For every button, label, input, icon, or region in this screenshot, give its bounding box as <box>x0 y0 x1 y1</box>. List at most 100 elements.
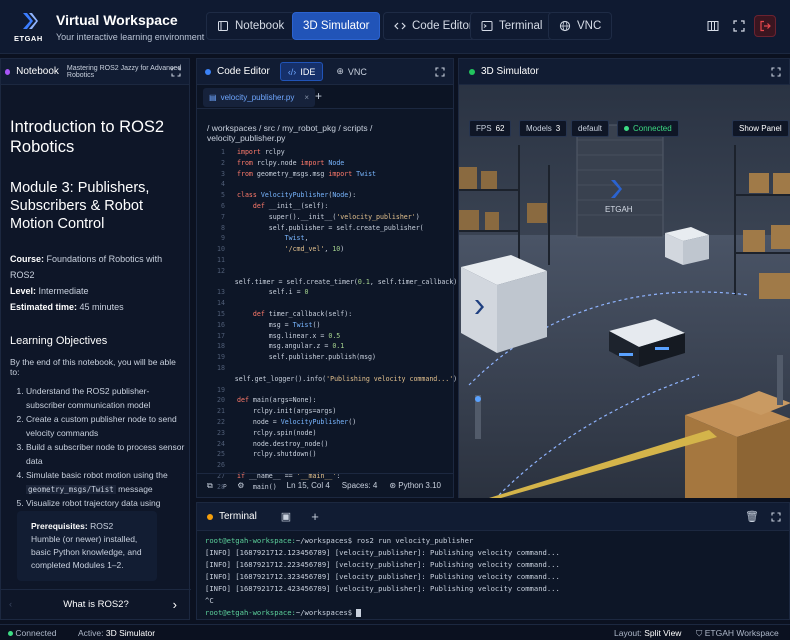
code-line: 12 self.timer = self.create_timer(0.1, s… <box>203 266 457 288</box>
code-text: Twist, <box>284 234 309 243</box>
notebook-heading: Introduction to ROS2 Robotics <box>10 118 165 156</box>
terminal-output[interactable]: root@etgah-workspace:~/workspaces$ ros2 … <box>205 535 560 619</box>
expand-icon[interactable] <box>435 67 445 77</box>
vnc-toggle[interactable]: ⊕ VNC <box>329 62 374 81</box>
line-number: 16 <box>217 320 225 329</box>
chevron-right-icon[interactable]: › <box>173 597 177 612</box>
globe-icon <box>559 20 571 32</box>
line-number: 8 <box>221 223 225 232</box>
logout-button[interactable] <box>754 15 776 37</box>
logo-text: ETGAH <box>14 34 43 43</box>
brand-status: ⛉ ETGAH Workspace <box>696 628 779 638</box>
split-layout-button[interactable] <box>702 15 724 37</box>
copy-icon[interactable]: ⧉ <box>207 481 213 491</box>
expand-icon[interactable] <box>771 512 781 522</box>
tab-label: Code Editor <box>412 20 473 32</box>
connection-status: Connected <box>8 628 57 638</box>
door-logo-text: ETGAH <box>605 205 633 214</box>
status-dot-icon <box>624 126 629 131</box>
tab-label: Terminal <box>499 20 543 32</box>
gear-icon[interactable]: ⚙ <box>237 481 244 490</box>
code-text: super().__init__('velocity_publisher') <box>268 212 420 221</box>
language-mode[interactable]: ⊛ Python 3.10 <box>389 481 441 490</box>
chevron-left-icon[interactable]: ‹ <box>9 599 12 610</box>
file-tab[interactable]: ▤ velocity_publisher.py × <box>203 88 316 107</box>
fullscreen-button[interactable] <box>728 15 750 37</box>
tab-code-editor[interactable]: Code Editor <box>383 12 484 40</box>
tab-vnc[interactable]: VNC <box>548 12 613 40</box>
code-text: rclpy.shutdown() <box>252 450 317 459</box>
new-terminal-icon[interactable]: ▣ <box>281 510 291 523</box>
globe-icon: ⊕ <box>336 66 344 76</box>
layout-status[interactable]: Layout: Split View <box>614 628 681 638</box>
ide-toggle[interactable]: ‹/› IDE <box>279 62 324 81</box>
line-number: 13 <box>217 288 225 297</box>
simulator-viewport[interactable]: ETGAH FPS 62 Models 3 default Connected … <box>459 85 790 498</box>
breadcrumb: / workspaces / src / my_robot_pkg / scri… <box>207 123 373 143</box>
code-icon <box>394 22 406 30</box>
trash-icon[interactable]: 🗑︎ <box>745 510 759 523</box>
prerequisites-callout: Prerequisites: ROS2 Humble (or newer) in… <box>17 511 157 581</box>
logo: ETGAH <box>12 10 48 44</box>
notebook-title: Notebook <box>16 66 59 77</box>
code-line: 2 from rclpy.node import Node <box>203 158 449 169</box>
code-text: self.timer = self.create_timer(0.1, self… <box>234 277 458 286</box>
code-text: self.i = 0 <box>268 288 309 297</box>
line-number: 6 <box>221 201 225 210</box>
code-line: 1 import rclpy <box>203 147 449 158</box>
code-text: rclpy.spin(node) <box>252 428 317 437</box>
terminal-line: root@etgah-workspace:~/workspaces$ <box>205 607 560 619</box>
objectives-intro: By the end of this notebook, you will be… <box>10 357 176 377</box>
code-line: 4 <box>203 179 449 190</box>
code-line: 17 msg.linear.x = 0.5 <box>203 331 449 342</box>
code-text: msg = Twist() <box>268 320 321 329</box>
editor-statusbar: ⧉ ⌕ ⚙ Ln 15, Col 4 Spaces: 4 ⊛ Python 3.… <box>197 473 453 497</box>
indent-setting[interactable]: Spaces: 4 <box>342 481 378 490</box>
terminal-dot-icon <box>207 513 213 520</box>
code-line: 3 from geometry_msgs.msg import Twist <box>203 169 449 180</box>
code-line: 13 self.i = 0 <box>203 287 449 298</box>
tab-3d-simulator[interactable]: 3D Simulator <box>292 12 381 40</box>
code-text: node.destroy_node() <box>252 439 329 448</box>
code-line: 24 node.destroy_node() <box>203 439 449 450</box>
simulator-title: 3D Simulator <box>481 66 539 77</box>
next-section-link[interactable]: What is ROS2? <box>63 599 128 610</box>
line-number: 19 <box>217 385 225 394</box>
app-subtitle: Your interactive learning environment <box>56 32 205 42</box>
line-number: 11 <box>217 255 225 264</box>
add-terminal-button[interactable]: + <box>311 509 319 524</box>
expand-icon[interactable] <box>771 67 781 77</box>
close-icon[interactable]: × <box>304 93 309 102</box>
code-line: 16 msg = Twist() <box>203 320 449 331</box>
show-panel-button[interactable]: Show Panel <box>732 120 789 137</box>
search-icon[interactable]: ⌕ <box>223 481 227 491</box>
line-number: 25 <box>217 450 225 459</box>
code-icon: ‹/› <box>287 66 297 77</box>
code-text: def __init__(self): <box>252 201 329 210</box>
code-block[interactable]: 1 import rclpy 2 from rclpy.node import Nod… <box>203 147 457 493</box>
line-number: 7 <box>221 212 225 221</box>
scene-chip: default <box>571 120 610 137</box>
expand-icon[interactable] <box>171 67 181 77</box>
line-number: 19 <box>217 353 225 362</box>
terminal-line: ^C <box>205 596 214 605</box>
line-number: 1 <box>221 148 225 156</box>
editor-title: Code Editor <box>217 66 270 77</box>
logout-icon <box>760 20 771 32</box>
app-title: Virtual Workspace <box>56 12 178 28</box>
code-line: 22 node = VelocityPublisher() <box>203 417 449 428</box>
add-file-button[interactable]: + <box>315 89 322 103</box>
file-icon: ▤ <box>209 93 217 102</box>
tab-notebook[interactable]: Notebook <box>206 12 296 40</box>
objectives-list: Understand the ROS2 publisher-subscriber… <box>10 385 185 524</box>
code-text: self.get_logger().info('Publishing veloc… <box>234 374 458 383</box>
tab-terminal[interactable]: Terminal <box>470 12 554 40</box>
code-line: 8 self.publisher = self.create_publisher… <box>203 223 449 234</box>
expand-icon <box>733 20 745 32</box>
tab-label: VNC <box>577 20 602 32</box>
code-text: rclpy.init(args=args) <box>252 407 337 416</box>
models-chip: Models 3 <box>519 120 568 137</box>
code-line: 14 <box>203 298 449 309</box>
line-number: 22 <box>217 417 225 426</box>
terminal-line: [INFO] [1687921712.223456789] [velocity_… <box>205 560 560 569</box>
